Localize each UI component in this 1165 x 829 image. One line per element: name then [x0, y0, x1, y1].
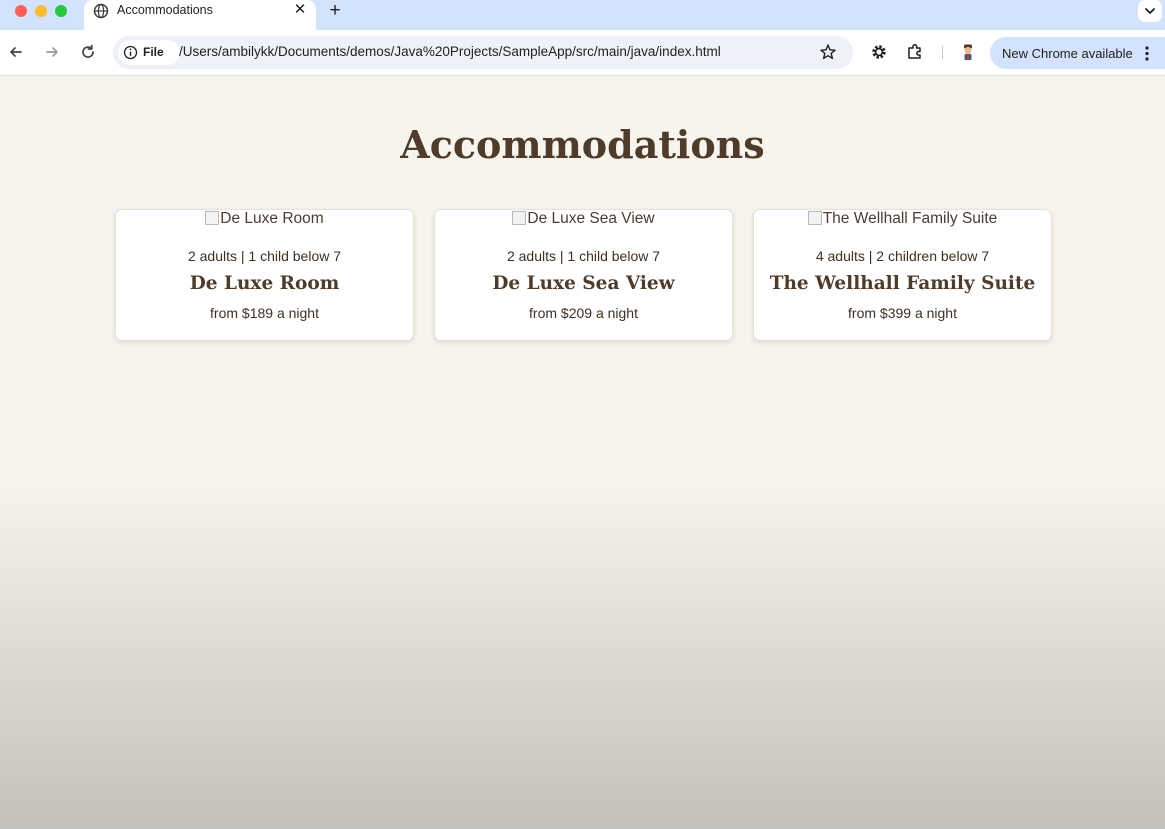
tab-strip: Accommodations ✕ + — [0, 0, 1165, 30]
tab-close-icon[interactable]: ✕ — [292, 1, 308, 19]
window-minimize-button[interactable] — [35, 5, 47, 17]
puzzle-icon[interactable] — [905, 42, 925, 62]
room-name: De Luxe Room — [189, 273, 340, 294]
room-price: from $189 a night — [210, 305, 319, 321]
active-tab[interactable]: Accommodations ✕ — [84, 0, 316, 30]
new-tab-button[interactable]: + — [325, 0, 345, 22]
globe-icon — [93, 3, 109, 19]
room-price: from $399 a night — [848, 305, 957, 321]
new-chrome-available-button[interactable]: New Chrome available — [990, 37, 1165, 69]
chevron-down-icon — [1145, 8, 1155, 14]
room-image: The Wellhall Family Suite — [754, 210, 1051, 228]
room-image-alt: De Luxe Sea View — [527, 210, 655, 227]
reload-icon[interactable] — [78, 42, 98, 62]
page-content: Accommodations De Luxe Room 2 adults | 1… — [0, 76, 1165, 829]
room-image-alt: De Luxe Room — [220, 210, 324, 227]
site-info-chip[interactable]: File — [118, 40, 180, 65]
room-occupancy: 2 adults | 1 child below 7 — [187, 248, 342, 264]
broken-image-icon — [205, 211, 220, 225]
room-name: The Wellhall Family Suite — [769, 273, 1036, 294]
avatar-icon[interactable] — [958, 42, 978, 62]
room-card: The Wellhall Family Suite 4 adults | 2 c… — [753, 209, 1052, 341]
room-card: De Luxe Sea View 2 adults | 1 child belo… — [434, 209, 733, 341]
gear-icon[interactable] — [869, 42, 889, 62]
room-name: De Luxe Sea View — [492, 273, 675, 294]
room-occupancy: 4 adults | 2 children below 7 — [815, 248, 990, 264]
room-image: De Luxe Sea View — [435, 210, 732, 228]
room-occupancy: 2 adults | 1 child below 7 — [506, 248, 661, 264]
window-zoom-button[interactable] — [55, 5, 67, 17]
window-close-button[interactable] — [15, 5, 27, 17]
arrow-right-icon[interactable] — [42, 42, 62, 62]
page-title: Accommodations — [400, 122, 765, 167]
broken-image-icon — [807, 211, 822, 225]
site-info-label: File — [143, 45, 164, 59]
broken-image-icon — [512, 211, 527, 225]
room-image: De Luxe Room — [116, 210, 413, 228]
star-icon[interactable] — [819, 43, 837, 61]
browser-toolbar: File /Users/ambilykk/Documents/demos/Jav… — [0, 30, 1165, 76]
info-icon — [123, 45, 138, 60]
room-price: from $209 a night — [529, 305, 638, 321]
tab-search-button[interactable] — [1138, 0, 1162, 22]
url-text[interactable]: /Users/ambilykk/Documents/demos/Java%20P… — [179, 44, 721, 59]
arrow-left-icon[interactable] — [6, 42, 26, 62]
room-image-alt: The Wellhall Family Suite — [822, 210, 998, 227]
tab-title: Accommodations — [117, 3, 213, 17]
address-bar[interactable]: File /Users/ambilykk/Documents/demos/Jav… — [113, 36, 853, 69]
update-label: New Chrome available — [1002, 46, 1133, 61]
room-card: De Luxe Room 2 adults | 1 child below 7 … — [115, 209, 414, 341]
kebab-menu-icon[interactable] — [1143, 45, 1151, 62]
toolbar-separator — [942, 46, 943, 59]
